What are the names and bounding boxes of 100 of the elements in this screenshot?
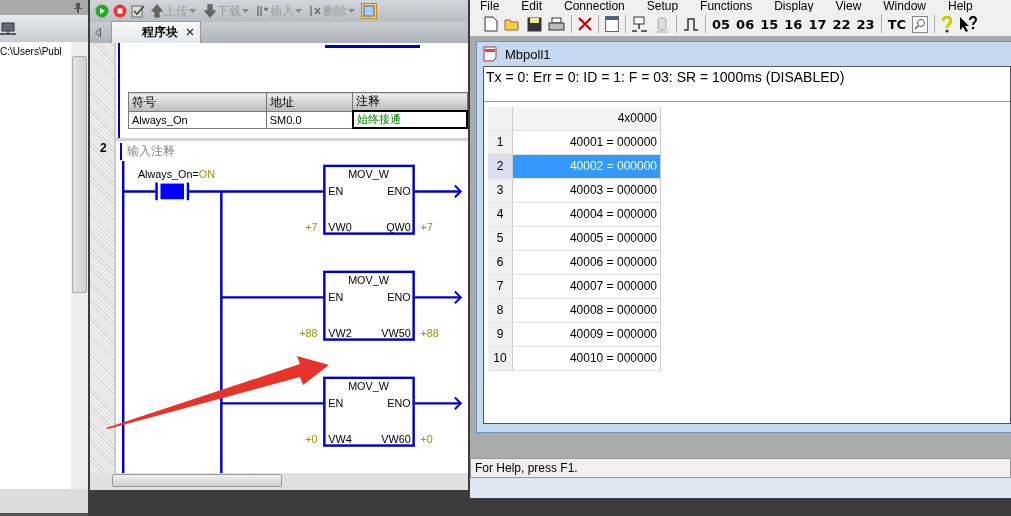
output-value: +7: [420, 220, 433, 233]
folder-icon[interactable]: [504, 17, 521, 31]
output-connector: [414, 290, 463, 305]
print-icon[interactable]: [548, 16, 565, 32]
column-header: 4x0000: [513, 107, 660, 130]
context-help-icon[interactable]: [959, 15, 978, 33]
compile-icon[interactable]: [131, 4, 145, 18]
close-icon[interactable]: [578, 17, 592, 31]
dropdown-caret-icon: [295, 9, 302, 13]
close-icon[interactable]: [186, 28, 194, 36]
program-block-tab[interactable]: 程序块: [111, 21, 201, 43]
menu-item[interactable]: Setup: [646, 0, 679, 12]
row-number: 3: [488, 179, 513, 202]
folder-path[interactable]: C:\Users\Publ: [0, 46, 62, 57]
row-number: 6: [488, 251, 513, 274]
horizontal-scrollbar[interactable]: [90, 473, 468, 516]
row-number: 1: [488, 131, 513, 154]
register-cell[interactable]: 40006 = 000000: [513, 251, 660, 274]
menu-item[interactable]: Display: [774, 0, 814, 12]
function-code-button[interactable]: 16: [784, 16, 803, 32]
row-number: 2: [488, 155, 513, 178]
menu-item[interactable]: Edit: [521, 0, 543, 12]
output-connector: [414, 396, 463, 411]
row-number: 7: [488, 275, 513, 298]
grid-corner: [488, 107, 513, 130]
status-bar-text: For Help, press F1.: [475, 461, 578, 475]
save-icon[interactable]: [527, 16, 542, 32]
function-code-button[interactable]: 23: [856, 16, 875, 32]
menu-item[interactable]: Window: [883, 0, 926, 12]
register-cell[interactable]: 40009 = 000000: [513, 323, 660, 346]
menu-item[interactable]: File: [480, 0, 500, 12]
enable-input-label: EN: [328, 397, 344, 410]
input-value: +88: [299, 326, 318, 339]
function-block[interactable]: [323, 376, 415, 447]
connect-icon[interactable]: [632, 15, 648, 33]
output-address: QW0: [386, 220, 411, 233]
enable-output-label: ENO: [387, 397, 411, 410]
function-code-button[interactable]: 05: [712, 16, 731, 32]
row-number: 4: [488, 203, 513, 226]
window-title: Mbpoll1: [505, 46, 551, 62]
table-cell: 始终接通: [352, 111, 467, 129]
block-title: MOV_W: [348, 379, 389, 392]
output-connector: [414, 184, 463, 199]
output-value: +88: [420, 326, 439, 339]
window-icon[interactable]: [605, 16, 619, 32]
stop-icon[interactable]: [113, 4, 127, 18]
contact-symbol[interactable]: [155, 181, 190, 202]
dropdown-caret-icon: [189, 9, 196, 13]
contact-label: Always_On=ON: [137, 167, 215, 180]
register-cell[interactable]: 40003 = 000000: [513, 179, 660, 202]
computer-icon[interactable]: [0, 21, 16, 36]
row-number: 9: [488, 323, 513, 346]
register-cell[interactable]: 40005 = 000000: [513, 227, 660, 250]
function-code-button[interactable]: 06: [736, 16, 755, 32]
function-code-button[interactable]: 15: [760, 16, 779, 32]
output-address: VW50: [381, 326, 411, 339]
column-header: 符号: [128, 92, 267, 112]
dropdown-caret-icon: [242, 9, 249, 13]
poll-status: Tx = 0: Err = 0: ID = 1: F = 03: SR = 1000ms (DISABLED): [484, 67, 1010, 102]
output-value: +0: [420, 432, 433, 445]
input-address: VW4: [328, 432, 352, 445]
output-address: VW60: [381, 432, 411, 445]
register-cell[interactable]: 40008 = 000000: [513, 299, 660, 322]
dropdown-caret-icon: [348, 9, 355, 13]
table-cell: Always_On: [128, 111, 267, 129]
input-address: VW0: [328, 220, 352, 233]
register-cell[interactable]: 40007 = 000000: [513, 275, 660, 298]
magnifier-icon[interactable]: [912, 15, 929, 33]
enable-input-label: EN: [328, 291, 344, 304]
row-number: 8: [488, 299, 513, 322]
input-value: +7: [305, 220, 318, 233]
function-block[interactable]: [323, 270, 415, 341]
menu-item[interactable]: View: [835, 0, 862, 12]
block-title: MOV_W: [348, 167, 389, 180]
network-comment[interactable]: 输入注释: [120, 142, 175, 160]
insert-icon: [257, 4, 269, 18]
new-document-icon[interactable]: [484, 16, 498, 32]
register-cell[interactable]: 40001 = 000000: [513, 131, 660, 154]
pulse-icon[interactable]: [683, 17, 699, 31]
row-number: 5: [488, 227, 513, 250]
document-icon: [483, 46, 499, 62]
delete-icon: [310, 4, 322, 18]
menu-item[interactable]: Connection: [564, 0, 625, 12]
row-number: 10: [488, 347, 513, 370]
column-header: 地址: [266, 92, 353, 112]
function-block[interactable]: [323, 164, 415, 235]
pin-icon[interactable]: [74, 2, 82, 13]
upload-arrow-icon: [151, 4, 163, 18]
enable-output-label: ENO: [387, 185, 411, 198]
test-center-button[interactable]: TC: [887, 16, 907, 32]
register-cell[interactable]: 40010 = 000000: [513, 347, 660, 370]
menu-item[interactable]: Help: [948, 0, 973, 12]
function-code-button[interactable]: 22: [832, 16, 851, 32]
register-cell[interactable]: 40004 = 000000: [513, 203, 660, 226]
menu-item[interactable]: Functions: [700, 0, 753, 12]
enable-input-label: EN: [328, 185, 344, 198]
function-code-button[interactable]: 17: [808, 16, 827, 32]
vertical-scrollbar[interactable]: [71, 42, 88, 489]
scroll-left-icon[interactable]: [95, 28, 101, 37]
run-icon[interactable]: [95, 4, 109, 18]
